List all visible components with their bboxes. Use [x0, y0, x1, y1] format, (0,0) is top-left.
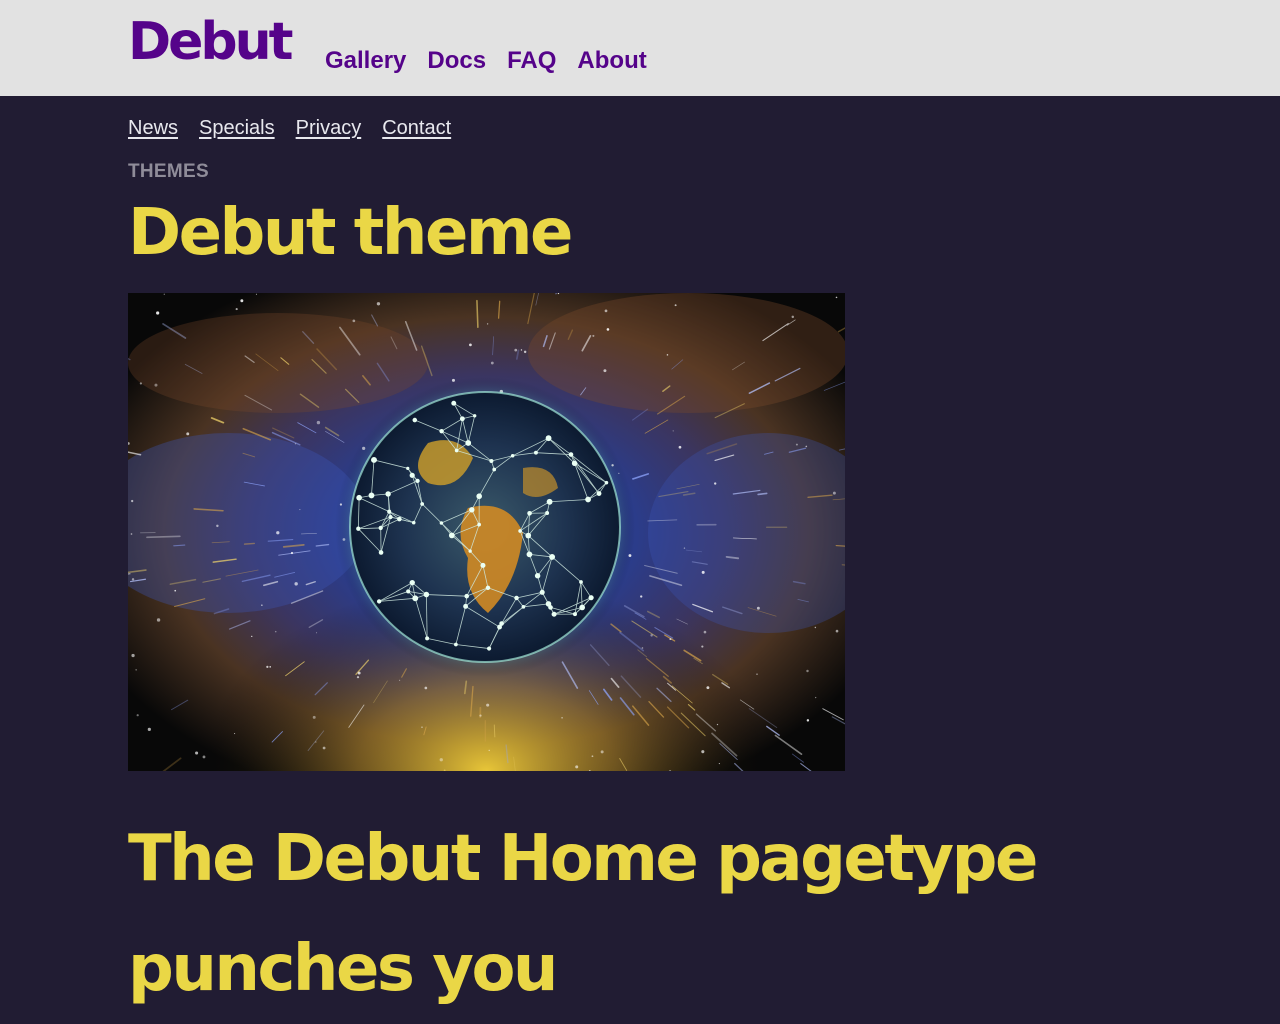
main-nav: Gallery Docs FAQ About — [325, 47, 647, 76]
subnav-link-privacy[interactable]: Privacy — [296, 116, 362, 141]
nav-link-gallery[interactable]: Gallery — [325, 47, 406, 76]
subnav-link-specials[interactable]: Specials — [199, 116, 275, 141]
nav-link-docs[interactable]: Docs — [427, 47, 486, 76]
page-title: Debut theme — [128, 196, 573, 270]
secondary-nav: News Specials Privacy Contact — [128, 116, 451, 141]
nav-link-faq[interactable]: FAQ — [507, 47, 556, 76]
site-header: Debut Gallery Docs FAQ About — [0, 0, 1280, 96]
subnav-link-contact[interactable]: Contact — [382, 116, 451, 141]
site-logo-link[interactable]: Debut — [128, 13, 294, 71]
hero-image — [128, 293, 845, 771]
subnav-link-news[interactable]: News — [128, 116, 178, 141]
article-category: THEMES — [128, 161, 209, 182]
globe-network-space-image — [128, 293, 845, 771]
nav-link-about[interactable]: About — [577, 47, 646, 76]
article-headline: The Debut Home pagetype punches you — [128, 822, 1038, 1006]
